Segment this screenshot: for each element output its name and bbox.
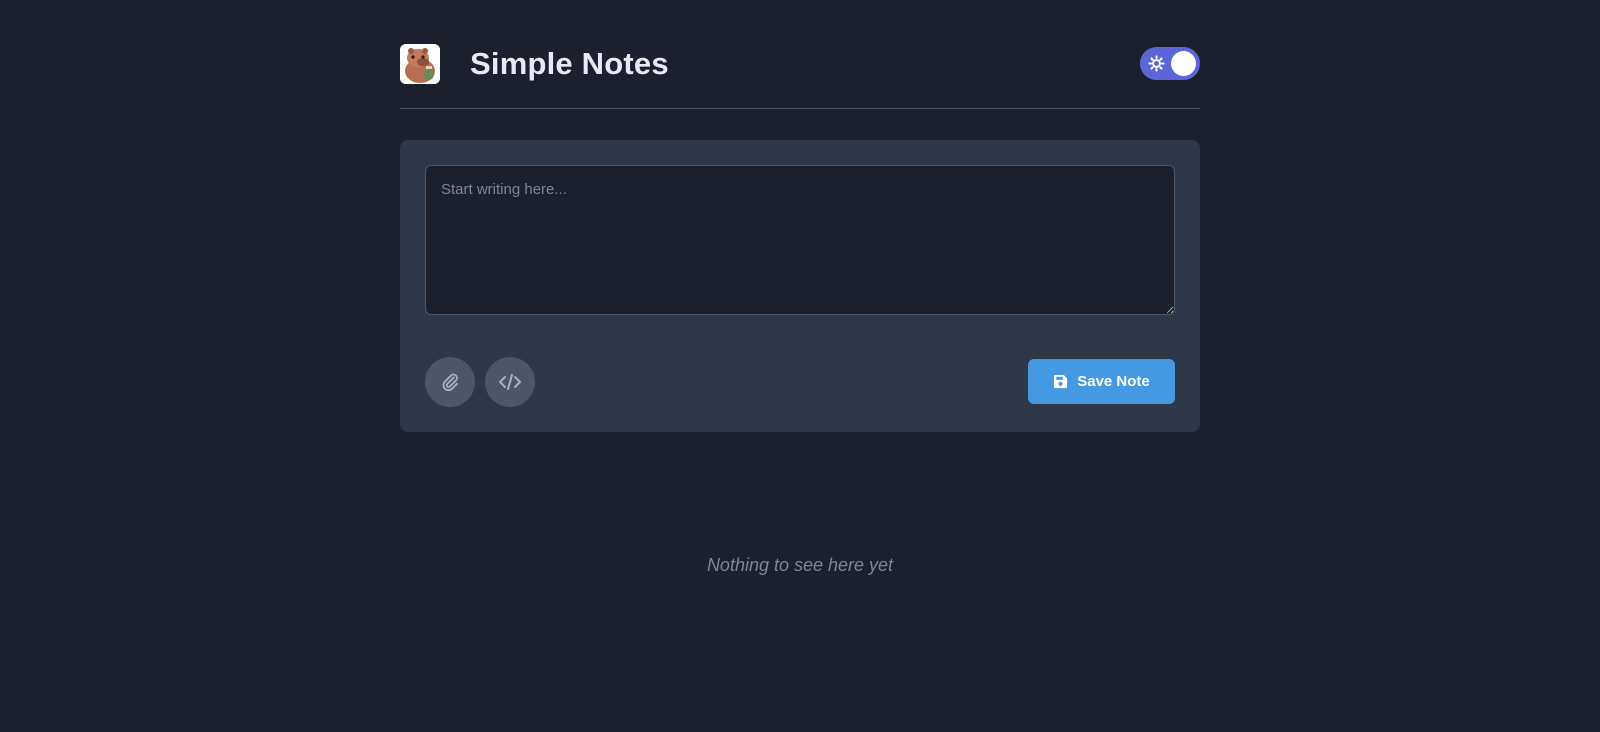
empty-notes-message: Nothing to see here yet [706,555,894,575]
note-textarea[interactable] [425,165,1175,315]
toggle-knob [1171,51,1196,76]
sun-icon [1148,55,1165,72]
capybara-logo-icon [400,44,440,84]
paperclip-icon [442,373,458,392]
insert-code-button[interactable] [485,357,535,407]
code-icon [499,374,521,390]
attach-file-button[interactable] [425,357,475,407]
app-title: Simple Notes [470,46,669,81]
floppy-disk-icon [1054,374,1068,389]
save-note-label: Save Note [1077,373,1150,390]
app-container: Simple Notes Start writing here... Save … [400,0,1200,575]
note-editor-card: Save Note [400,140,1200,432]
app-header: Simple Notes [400,0,1200,109]
save-note-button[interactable]: Save Note [1028,359,1175,404]
theme-toggle[interactable] [1140,47,1200,80]
